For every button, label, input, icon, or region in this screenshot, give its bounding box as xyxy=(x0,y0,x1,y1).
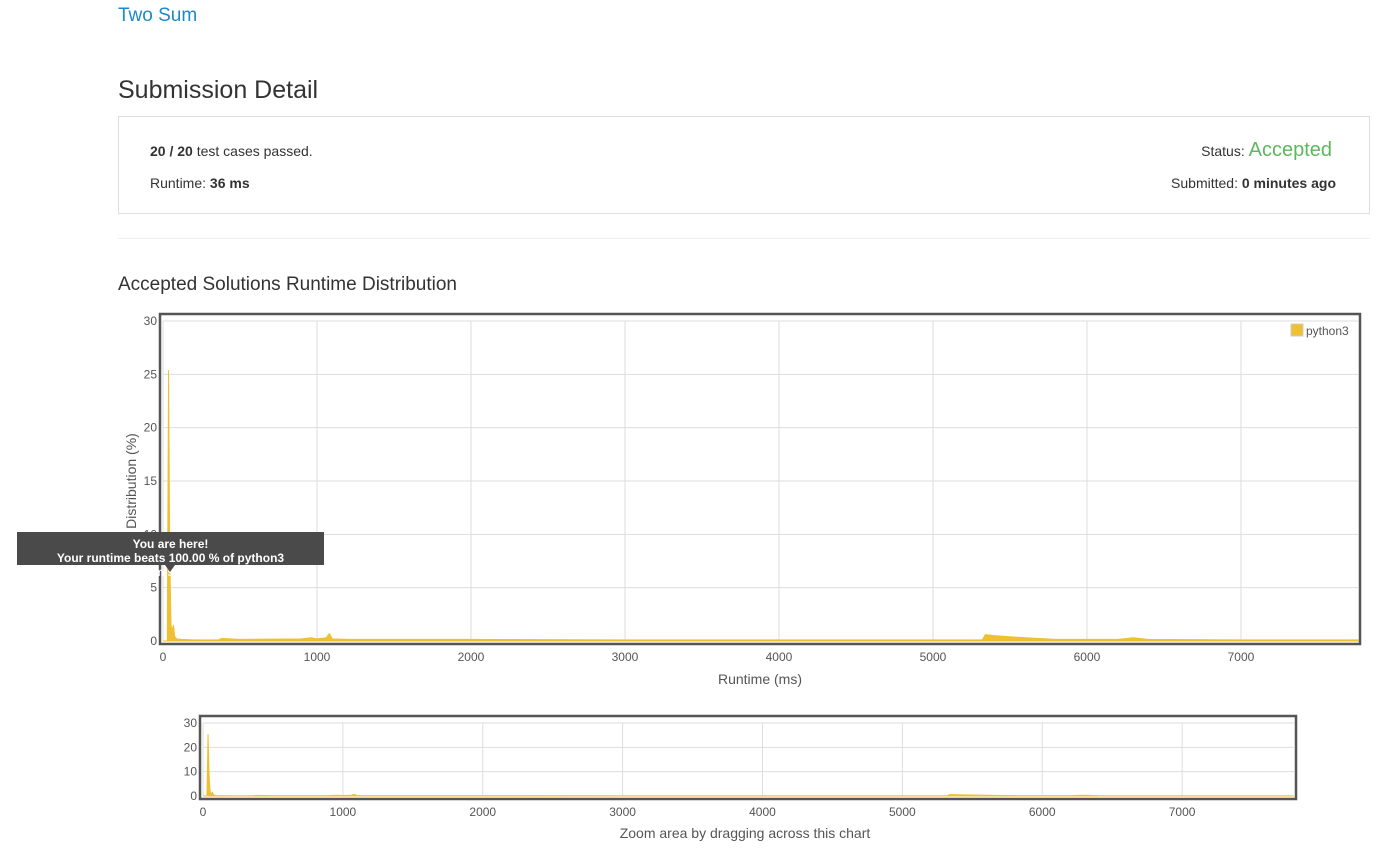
legend-label: python3 xyxy=(1306,324,1349,338)
y-tick-label: 5 xyxy=(150,581,157,595)
y-tick-label: 15 xyxy=(144,474,158,488)
y-tick-label: 30 xyxy=(184,716,198,730)
x-tick-label: 6000 xyxy=(1074,650,1101,664)
runtime-distribution-charts[interactable]: 0510152025300100020003000400050006000700… xyxy=(0,0,1389,848)
x-tick-label: 2000 xyxy=(458,650,485,664)
x-tick-label: 5000 xyxy=(920,650,947,664)
x-tick-label: 3000 xyxy=(612,650,639,664)
y-tick-label: 20 xyxy=(144,421,158,435)
series-area-python3 xyxy=(163,370,1359,642)
x-tick-label: 6000 xyxy=(1029,805,1056,819)
tooltip-text: Your runtime beats 100.00 % of python3 s… xyxy=(56,551,285,579)
y-tick-label: 0 xyxy=(190,789,197,803)
x-tick-label: 5000 xyxy=(889,805,916,819)
x-tick-label: 4000 xyxy=(749,805,776,819)
x-tick-label: 0 xyxy=(200,805,207,819)
chart-border xyxy=(158,312,1362,646)
x-axis-label: Runtime (ms) xyxy=(718,671,802,687)
x-tick-label: 1000 xyxy=(330,805,357,819)
series-area-python3 xyxy=(203,734,1295,797)
x-tick-label: 1000 xyxy=(304,650,331,664)
you-are-here-tooltip: You are here! Your runtime beats 100.00 … xyxy=(17,532,324,579)
y-tick-label: 25 xyxy=(144,367,158,381)
x-tick-label: 0 xyxy=(160,650,167,664)
main-chart[interactable]: 0510152025300100020003000400050006000700… xyxy=(123,312,1362,687)
overview-caption: Zoom area by dragging across this chart xyxy=(620,825,871,841)
legend-swatch xyxy=(1290,323,1304,337)
y-tick-label: 20 xyxy=(184,740,198,754)
x-tick-label: 4000 xyxy=(766,650,793,664)
y-tick-label: 0 xyxy=(150,634,157,648)
chart-border xyxy=(198,714,1298,801)
y-axis-label: Distribution (%) xyxy=(123,433,139,529)
overview-chart[interactable]: 0 10 20 30 0 1000 2000 3000 4000 5000 6000 7000 Zoom… xyxy=(184,714,1298,841)
x-tick-label: 7000 xyxy=(1228,650,1255,664)
y-tick-label: 10 xyxy=(184,765,198,779)
x-tick-label: 2000 xyxy=(469,805,496,819)
x-tick-label: 3000 xyxy=(609,805,636,819)
y-tick-label: 30 xyxy=(144,314,158,328)
tooltip-title: You are here! xyxy=(132,537,209,551)
x-tick-label: 7000 xyxy=(1169,805,1196,819)
